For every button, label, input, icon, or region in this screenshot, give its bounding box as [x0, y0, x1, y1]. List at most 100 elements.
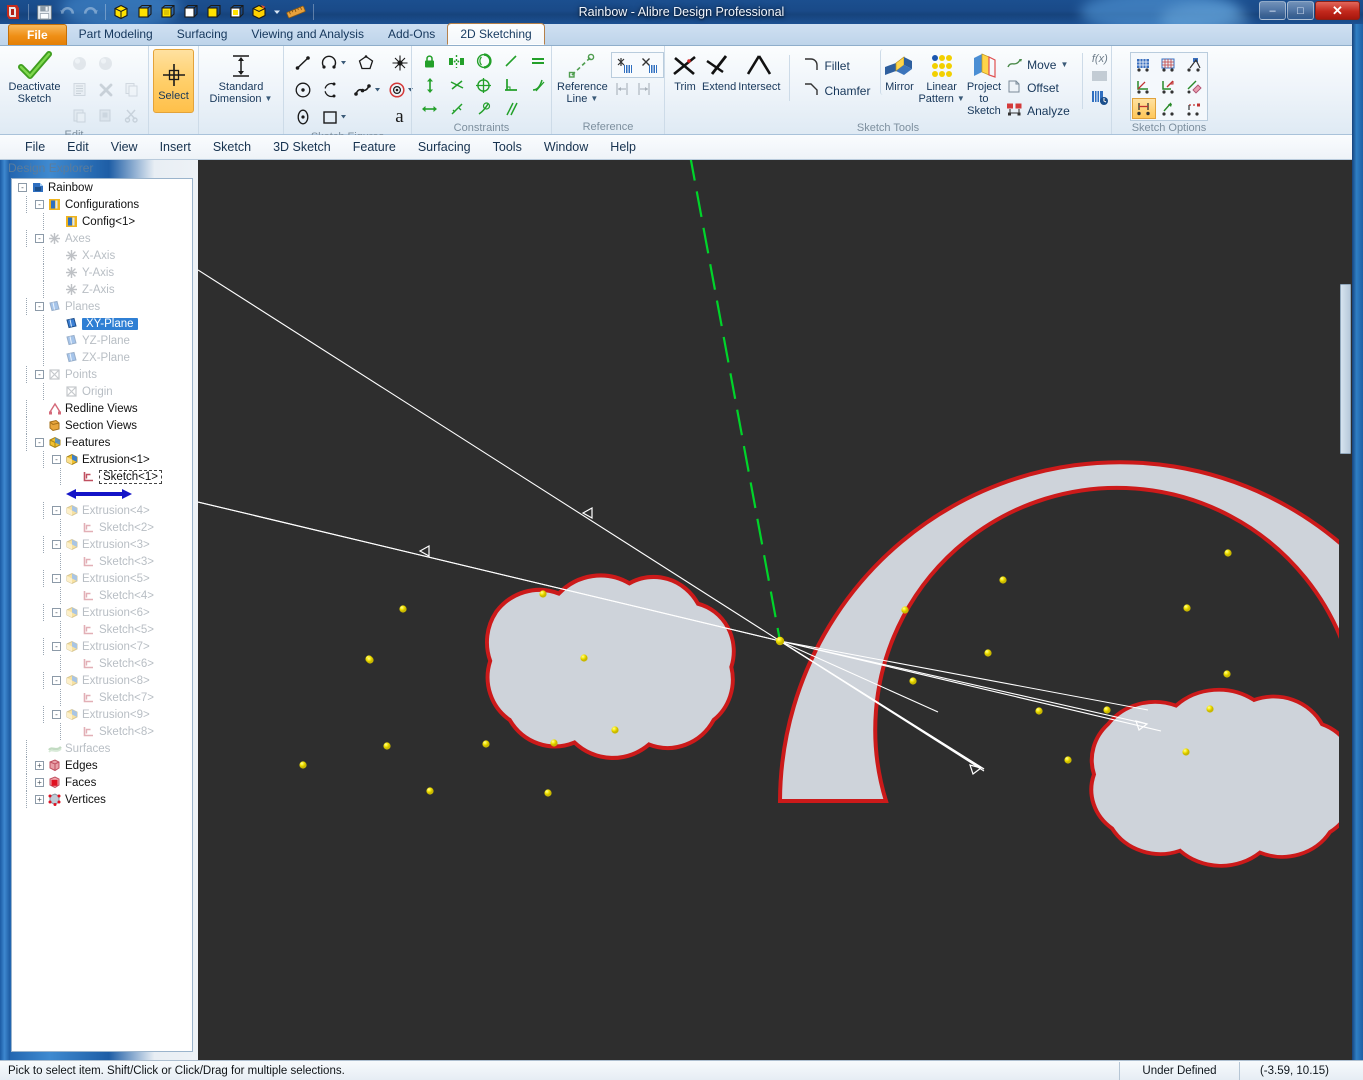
tree-item-vertices[interactable]: + Vertices: [12, 791, 192, 808]
vertical-icon[interactable]: [416, 73, 443, 97]
collapse-icon[interactable]: -: [52, 455, 61, 464]
menu-file[interactable]: File: [14, 137, 56, 157]
erase-constraints-icon[interactable]: [1182, 76, 1206, 97]
menu-edit[interactable]: Edit: [56, 137, 100, 157]
rollback-bar[interactable]: [12, 485, 192, 502]
show-dims-icon[interactable]: [1132, 98, 1156, 119]
text-a-icon[interactable]: a: [385, 103, 414, 130]
tree-item-extrusion5[interactable]: - Extrusion<5>: [12, 570, 192, 587]
tree-item-extrusion8[interactable]: - Extrusion<8>: [12, 672, 192, 689]
tab-file[interactable]: File: [8, 24, 67, 45]
tree-item-sketch2[interactable]: Sketch<2>: [12, 519, 192, 536]
tab-add-ons[interactable]: Add-Ons: [376, 23, 447, 45]
tree-item-yz-plane[interactable]: YZ-Plane: [12, 332, 192, 349]
ribbon-tab-bar[interactable]: File Part Modeling Surfacing Viewing and…: [0, 23, 1363, 46]
ellipse-icon[interactable]: [288, 103, 317, 130]
tab-part-modeling[interactable]: Part Modeling: [67, 23, 165, 45]
view-back-icon[interactable]: [202, 2, 224, 23]
standard-dimension-button[interactable]: Standard Dimension ▼: [203, 49, 279, 107]
app-logo-icon[interactable]: [2, 2, 24, 23]
menu-feature[interactable]: Feature: [342, 137, 407, 157]
save-icon[interactable]: [33, 2, 55, 23]
reference-line-button[interactable]: Reference Line ▼: [556, 49, 609, 107]
select-button[interactable]: Select: [153, 49, 194, 113]
point-icon[interactable]: [385, 49, 414, 76]
collapse-icon[interactable]: -: [52, 574, 61, 583]
chevron-down-icon[interactable]: ▼: [1060, 60, 1068, 69]
menu-help[interactable]: Help: [599, 137, 647, 157]
tree-item-z-axis[interactable]: Z-Axis: [12, 281, 192, 298]
menu-window[interactable]: Window: [533, 137, 599, 157]
expand-icon[interactable]: +: [35, 778, 44, 787]
tree-item-origin[interactable]: Origin: [12, 383, 192, 400]
close-button[interactable]: ✕: [1315, 1, 1360, 20]
tangent-icon[interactable]: [524, 73, 551, 97]
fillet-button[interactable]: Fillet: [799, 55, 874, 76]
tree-item-axes[interactable]: - Axes: [12, 230, 192, 247]
expand-icon[interactable]: +: [35, 795, 44, 804]
analyze-button[interactable]: Analyze: [1002, 100, 1074, 121]
measure-icon[interactable]: [283, 2, 309, 23]
tree-item-planes[interactable]: - Planes: [12, 298, 192, 315]
tree-item-extrusion3[interactable]: - Extrusion<3>: [12, 536, 192, 553]
circle-icon[interactable]: [288, 76, 317, 103]
design-explorer-tree[interactable]: - Rainbow - Configurations Config<1> - Axes X-A…: [11, 178, 193, 1052]
tree-item-redline-views[interactable]: Redline Views: [12, 400, 192, 417]
tree-item-x-axis[interactable]: X-Axis: [12, 247, 192, 264]
menu-surfacing[interactable]: Surfacing: [407, 137, 482, 157]
dim-style-icon[interactable]: [1157, 98, 1181, 119]
tree-item-sketch8[interactable]: Sketch<8>: [12, 723, 192, 740]
expand-icon[interactable]: +: [35, 761, 44, 770]
offset-button[interactable]: Offset: [1002, 77, 1074, 98]
project-to-sketch-button[interactable]: Project to Sketch: [966, 49, 1002, 119]
view-named-icon[interactable]: [248, 2, 270, 23]
chevron-down-icon[interactable]: ▼: [265, 93, 273, 105]
collapse-icon[interactable]: -: [35, 370, 44, 379]
tab-2d-sketching[interactable]: 2D Sketching: [447, 23, 545, 45]
view-top-icon[interactable]: [156, 2, 178, 23]
tree-item-extrusion6[interactable]: - Extrusion<6>: [12, 604, 192, 621]
sketch-canvas[interactable]: [198, 160, 1352, 1060]
view-right-icon[interactable]: [179, 2, 201, 23]
lock-icon[interactable]: [416, 49, 443, 73]
globe-blue-icon[interactable]: [1091, 90, 1109, 109]
collapse-icon[interactable]: -: [18, 183, 27, 192]
auto-constraint-icon[interactable]: [1157, 76, 1181, 97]
point-on-icon[interactable]: [443, 97, 470, 121]
collapse-icon[interactable]: -: [52, 710, 61, 719]
view-front-icon[interactable]: [133, 2, 155, 23]
constraint-display-icon[interactable]: [470, 97, 497, 121]
tree-item-points[interactable]: - Points: [12, 366, 192, 383]
arc-icon[interactable]: [317, 49, 351, 76]
offset-right-icon[interactable]: [636, 81, 652, 100]
tree-item-sketch1[interactable]: Sketch<1>: [12, 468, 192, 485]
polygon-icon[interactable]: [351, 49, 380, 76]
show-constraints-icon[interactable]: [1132, 76, 1156, 97]
collapse-icon[interactable]: -: [35, 200, 44, 209]
equation-fx-label[interactable]: f(x): [1092, 53, 1108, 65]
tree-item-sketch5[interactable]: Sketch<5>: [12, 621, 192, 638]
tree-item-edges[interactable]: + Edges: [12, 757, 192, 774]
grid-icon[interactable]: [1132, 54, 1156, 75]
horizontal-dist-icon[interactable]: [416, 97, 443, 121]
menu-view[interactable]: View: [100, 137, 149, 157]
insert-ref-icon[interactable]: [613, 54, 637, 76]
intersect-button[interactable]: Intersect: [737, 49, 781, 95]
tree-item-features[interactable]: - Features: [12, 434, 192, 451]
dim-point-icon[interactable]: [1182, 98, 1206, 119]
concentric-icon[interactable]: [470, 49, 497, 73]
tree-item-extrusion7[interactable]: - Extrusion<7>: [12, 638, 192, 655]
view-iso-icon[interactable]: [110, 2, 132, 23]
collapse-icon[interactable]: -: [52, 540, 61, 549]
tree-item-rainbow[interactable]: - Rainbow: [12, 179, 192, 196]
collapse-icon[interactable]: -: [52, 608, 61, 617]
tree-item-sketch6[interactable]: Sketch<6>: [12, 655, 192, 672]
rectangle-icon[interactable]: [317, 103, 351, 130]
tree-item-surfaces[interactable]: Surfaces: [12, 740, 192, 757]
chamfer-button[interactable]: Chamfer: [799, 80, 874, 101]
grid-snap-icon[interactable]: [1157, 54, 1181, 75]
snap-to-point-icon[interactable]: [1182, 54, 1206, 75]
tree-item-xy-plane[interactable]: XY-Plane: [12, 315, 192, 332]
tree-item-configurations[interactable]: - Configurations: [12, 196, 192, 213]
chevron-down-icon[interactable]: ▼: [957, 93, 965, 105]
